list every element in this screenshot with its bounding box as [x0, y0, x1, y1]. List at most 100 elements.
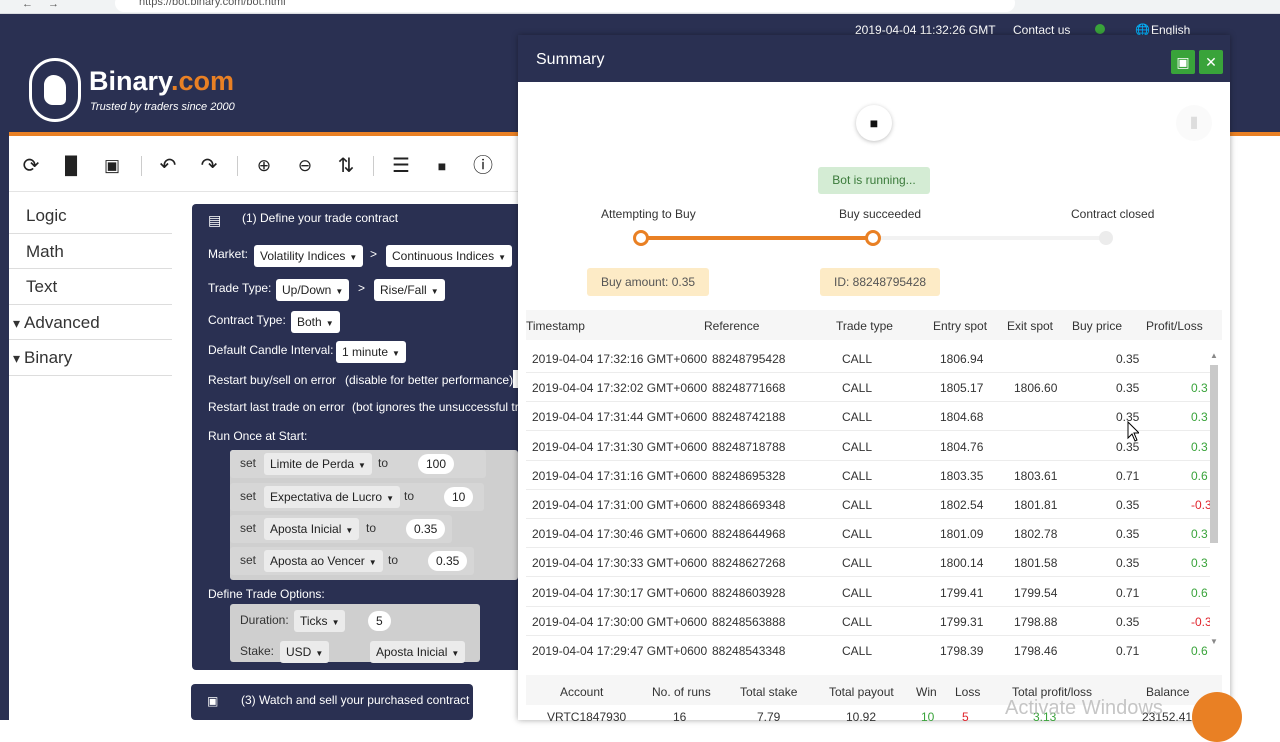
stop-bot-button[interactable]: ■ [856, 105, 892, 141]
reset-icon[interactable]: ⟳ [19, 154, 43, 178]
rearrange-icon[interactable]: ⇅ [334, 154, 358, 178]
trade-subtype-dropdown[interactable]: Rise/Fall ▼ [374, 279, 445, 301]
row-reference: 88248543348 [712, 644, 786, 655]
buy-amount-badge: Buy amount: 0.35 [587, 268, 710, 296]
redo-icon[interactable]: ↷ [197, 154, 221, 178]
value-input-aposta-inicial[interactable]: 0.35 [406, 519, 446, 539]
duration-value-input[interactable]: 5 [368, 611, 391, 631]
sidebar-item-logic[interactable]: Logic [9, 198, 172, 234]
var-dropdown-aposta-inicial[interactable]: Aposta Inicial ▼ [264, 518, 360, 540]
scrollbar-thumb[interactable] [1210, 365, 1218, 543]
brand-tagline: Trusted by traders since 2000 [90, 101, 235, 113]
stake-variable-dropdown[interactable]: Aposta Inicial ▼ [370, 641, 466, 663]
row-profit-loss: 0.3 [1191, 527, 1208, 542]
summary-icon[interactable]: ☰ [389, 154, 413, 178]
brand-name: Binary.com [89, 66, 235, 96]
open-icon[interactable]: █ [59, 154, 83, 178]
stats-col-account: Account [560, 685, 604, 699]
sell-contract-block[interactable]: ▣ (3) Watch and sell your purchased cont… [191, 684, 473, 720]
row-trade-type: CALL [842, 527, 873, 542]
stage-contract-closed: Contract closed [1071, 207, 1155, 221]
row-reference: 88248771668 [712, 381, 786, 396]
sidebar-item-binary[interactable]: Binary [9, 340, 172, 376]
contract-type-dropdown[interactable]: Both ▼ [291, 311, 340, 333]
value-input-aposta-vencer[interactable]: 0.35 [428, 551, 468, 571]
table-row[interactable]: 2019-04-04 17:30:00 GMT+0600 88248563888 C… [526, 607, 1210, 636]
stats-col-stake: Total stake [740, 685, 798, 699]
row-trade-type: CALL [842, 614, 873, 629]
row-timestamp: 2019-04-04 17:31:44 GMT+0600 [532, 410, 708, 425]
scroll-up-icon[interactable]: ▲ [1210, 351, 1218, 360]
undo-icon[interactable]: ↶ [156, 154, 180, 178]
var-dropdown-limite[interactable]: Limite de Perda ▼ [264, 453, 372, 475]
table-row[interactable]: 2019-04-04 17:30:17 GMT+0600 88248603928 C… [526, 578, 1210, 607]
sidebar-item-math[interactable]: Math [9, 234, 172, 269]
clear-stats-icon[interactable]: ▮ [1176, 105, 1212, 141]
row-exit-spot: 1798.46 [1014, 644, 1058, 655]
row-entry-spot: 1801.09 [940, 527, 984, 542]
to-keyword: to [404, 489, 415, 503]
var-dropdown-aposta-vencer[interactable]: Aposta ao Vencer ▼ [264, 550, 383, 572]
market-dropdown[interactable]: Volatility Indices ▼ [254, 245, 364, 267]
row-reference: 88248795428 [712, 352, 786, 366]
table-row[interactable]: 2019-04-04 17:32:02 GMT+0600 88248771668 C… [526, 373, 1210, 403]
save-icon[interactable]: ▣ [1171, 50, 1195, 74]
row-entry-spot: 1800.14 [940, 556, 984, 571]
blockly-workspace[interactable]: ▤ (1) Define your trade contract Market:… [172, 192, 525, 720]
duration-unit-dropdown[interactable]: Ticks ▼ [294, 610, 346, 632]
row-timestamp: 2019-04-04 17:31:30 GMT+0600 [532, 439, 708, 454]
stats-col-runs: No. of runs [652, 685, 711, 699]
row-entry-spot: 1805.17 [940, 381, 984, 396]
windows-watermark: Activate Windows [1005, 697, 1163, 719]
table-row[interactable]: 2019-04-04 17:30:46 GMT+0600 88248644968 C… [526, 519, 1210, 549]
row-timestamp: 2019-04-04 17:32:02 GMT+0600 [532, 381, 708, 396]
table-row[interactable]: 2019-04-04 17:31:00 GMT+0600 88248669348 C… [526, 490, 1210, 519]
save-icon[interactable]: ▣ [100, 154, 124, 178]
stake-currency-dropdown[interactable]: USD ▼ [280, 641, 330, 663]
info-icon[interactable]: ⓘ [471, 154, 495, 178]
stats-loss: 5 [962, 710, 969, 724]
row-profit-loss: 0.6 [1191, 468, 1208, 483]
submarket-dropdown[interactable]: Continuous Indices ▼ [386, 245, 512, 267]
sidebar-item-advanced[interactable]: Advanced [9, 305, 172, 340]
stats-col-loss: Loss [955, 685, 981, 699]
chat-fab[interactable] [1192, 692, 1242, 742]
row-trade-type: CALL [842, 439, 873, 454]
col-reference: Reference [704, 319, 760, 333]
value-input-expectativa[interactable]: 10 [444, 487, 474, 507]
table-row[interactable]: 2019-04-04 17:32:16 GMT+0600 88248795428 C… [526, 344, 1210, 373]
stake-label: Stake: [240, 644, 275, 658]
table-row[interactable]: 2019-04-04 17:31:16 GMT+0600 88248695328 C… [526, 461, 1210, 490]
zoom-out-icon[interactable]: ⊖ [293, 154, 317, 178]
stop-icon[interactable]: ■ [430, 154, 454, 178]
row-timestamp: 2019-04-04 17:30:46 GMT+0600 [532, 527, 708, 542]
trade-definition-block[interactable]: ▤ (1) Define your trade contract Market:… [192, 204, 525, 670]
value-input-limite[interactable]: 100 [418, 454, 455, 474]
table-row[interactable]: 2019-04-04 17:30:33 GMT+0600 88248627268 C… [526, 548, 1210, 578]
transactions-list[interactable]: 2019-04-04 17:32:16 GMT+0600 88248795428 C… [526, 344, 1210, 655]
forward-icon[interactable]: → [48, 0, 59, 10]
stats-win: 10 [921, 710, 935, 724]
sidebar-item-text[interactable]: Text [9, 269, 172, 305]
row-entry-spot: 1804.76 [940, 439, 984, 454]
row-timestamp: 2019-04-04 17:30:33 GMT+0600 [532, 556, 708, 571]
table-row[interactable]: 2019-04-04 17:31:44 GMT+0600 88248742188 C… [526, 402, 1210, 432]
row-trade-type: CALL [842, 468, 873, 483]
address-bar[interactable]: https://bot.binary.com/bot.html [115, 0, 1015, 12]
zoom-in-icon[interactable]: ⊕ [252, 154, 276, 178]
back-icon[interactable]: ← [22, 0, 33, 10]
stage-buy-succeeded: Buy succeeded [839, 207, 922, 221]
row-profit-loss: 0.3 [1191, 556, 1208, 571]
trade-type-dropdown[interactable]: Up/Down ▼ [276, 279, 350, 301]
scroll-down-icon[interactable]: ▼ [1210, 637, 1218, 646]
table-row[interactable]: 2019-04-04 17:31:30 GMT+0600 88248718788 C… [526, 432, 1210, 461]
stats-payout: 10.92 [846, 710, 877, 724]
row-buy-price: 0.35 [1116, 498, 1140, 512]
candle-interval-dropdown[interactable]: 1 minute ▼ [336, 341, 406, 363]
table-row[interactable]: 2019-04-04 17:29:47 GMT+0600 88248543348 C… [526, 636, 1210, 655]
transactions-scrollbar[interactable]: ▲ ▼ [1210, 351, 1218, 651]
restart-last-label: Restart last trade on error [208, 400, 345, 414]
close-icon[interactable]: ✕ [1199, 50, 1223, 74]
set-keyword: set [240, 489, 257, 503]
var-dropdown-expectativa[interactable]: Expectativa de Lucro ▼ [264, 486, 400, 508]
